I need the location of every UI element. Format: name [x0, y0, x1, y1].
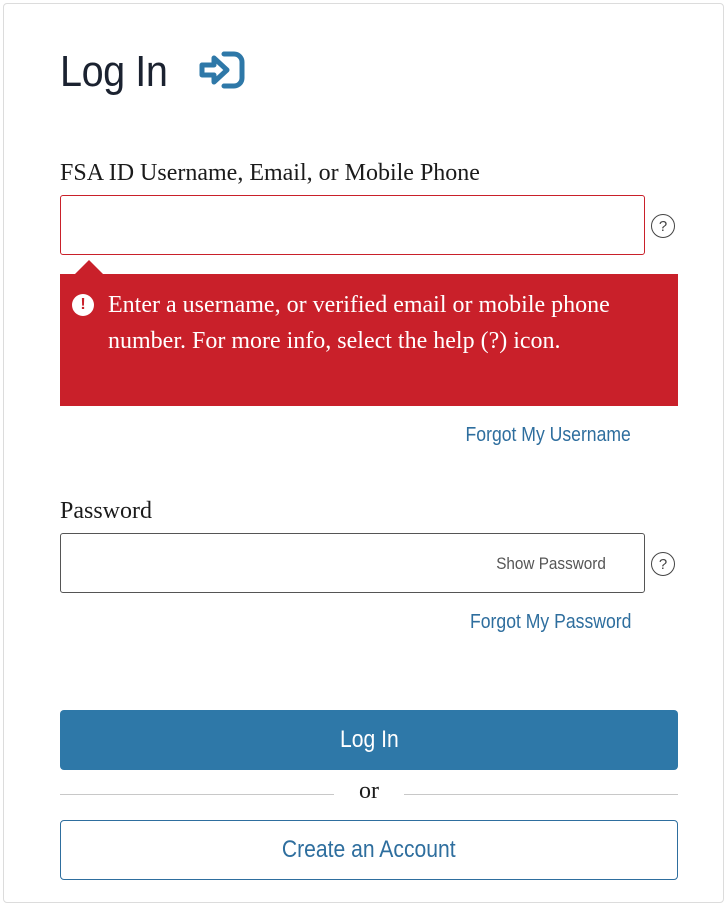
show-password-toggle[interactable]: Show Password [496, 554, 606, 574]
login-arrow-icon [199, 51, 245, 89]
username-help-symbol: ? [658, 217, 668, 235]
or-separator: or [359, 778, 379, 804]
username-label: FSA ID Username, Email, or Mobile Phone [60, 160, 480, 186]
divider-left [60, 794, 334, 795]
login-button-label: Log In [339, 726, 399, 753]
create-account-button[interactable]: Create an Account [60, 820, 678, 880]
password-label: Password [60, 498, 153, 524]
password-input[interactable]: Show Password [60, 533, 645, 593]
forgot-password-link[interactable]: Forgot My Password [470, 611, 631, 634]
password-help-icon[interactable]: ? [651, 552, 675, 576]
alert-symbol: ! [80, 296, 86, 313]
alert-circle-icon: ! [72, 294, 94, 316]
login-card: Log In FSA ID Username, Email, or Mobile… [3, 3, 724, 903]
login-header: Log In [60, 44, 245, 100]
username-help-icon[interactable]: ? [651, 214, 675, 238]
username-input[interactable] [60, 195, 645, 255]
error-message: Enter a username, or verified email or m… [108, 292, 610, 354]
forgot-username-link[interactable]: Forgot My Username [466, 424, 631, 447]
login-button[interactable]: Log In [60, 710, 678, 770]
password-help-symbol: ? [658, 555, 668, 573]
divider-right [404, 794, 678, 795]
create-account-label: Create an Account [282, 836, 456, 863]
error-pointer [75, 260, 103, 274]
page-title: Log In [60, 47, 168, 96]
username-error-alert: ! Enter a username, or verified email or… [60, 274, 678, 406]
